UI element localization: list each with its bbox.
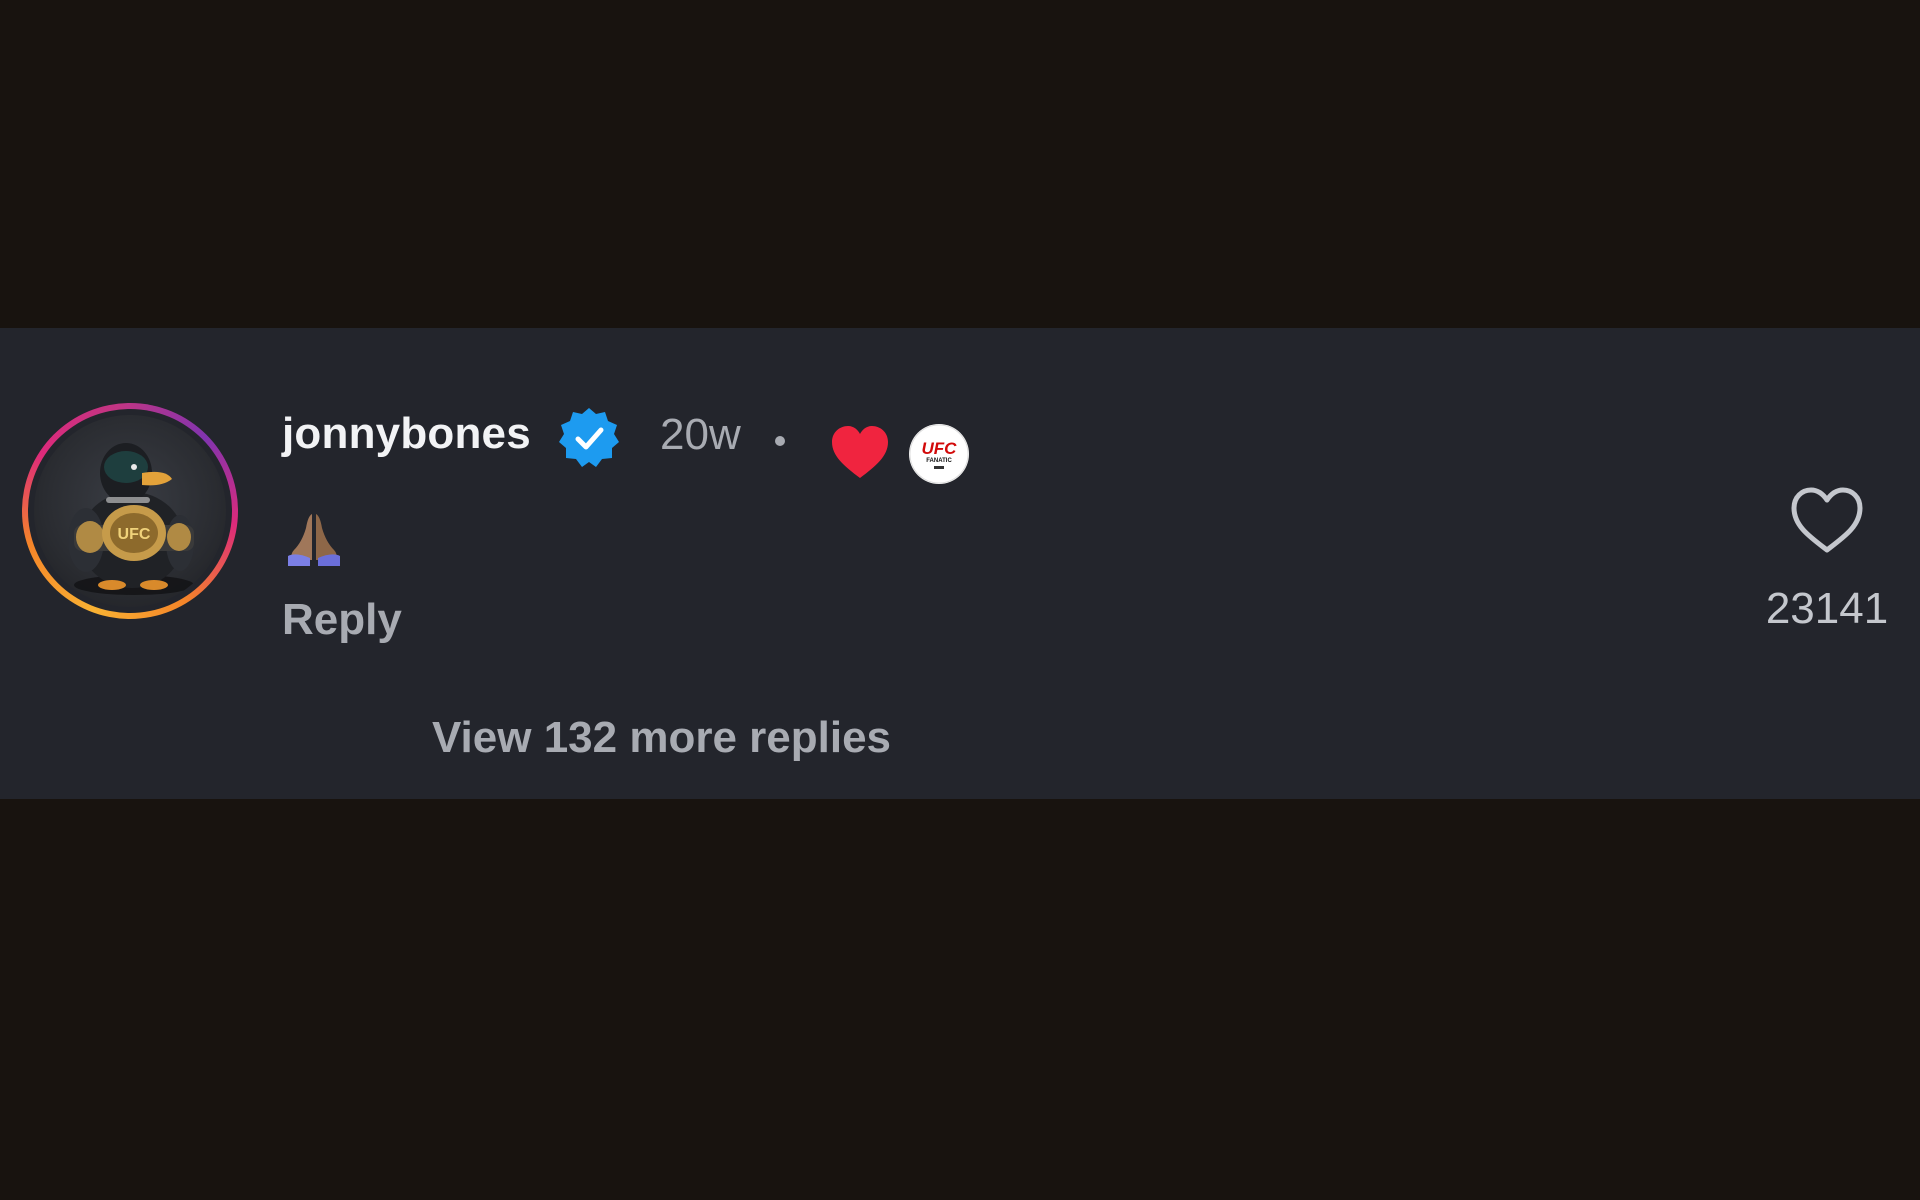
- svg-text:UFC: UFC: [922, 439, 958, 458]
- folded-hands-emoji-icon: [288, 514, 340, 566]
- svg-text:UFC: UFC: [118, 526, 151, 543]
- duck-with-belt-avatar-image: UFC: [68, 443, 194, 595]
- ufc-fanatic-logo-icon: UFC FANATIC: [909, 424, 969, 484]
- username-link[interactable]: jonnybones: [282, 409, 531, 459]
- liked-by-creator-heart-icon: [832, 426, 888, 478]
- separator-dot: [775, 436, 785, 446]
- reply-button[interactable]: Reply: [282, 595, 402, 645]
- avatar-story-ring[interactable]: UFC: [22, 403, 238, 619]
- view-more-replies-button[interactable]: View 132 more replies: [432, 713, 891, 763]
- svg-text:FANATIC: FANATIC: [926, 458, 952, 464]
- heart-outline-icon[interactable]: [1788, 484, 1866, 556]
- verified-badge-icon: [559, 408, 619, 467]
- timestamp: 20w: [660, 410, 741, 459]
- creator-avatar-badge: UFC FANATIC: [909, 424, 969, 484]
- like-count: 23141: [1765, 584, 1889, 633]
- avatar: UFC: [34, 415, 226, 607]
